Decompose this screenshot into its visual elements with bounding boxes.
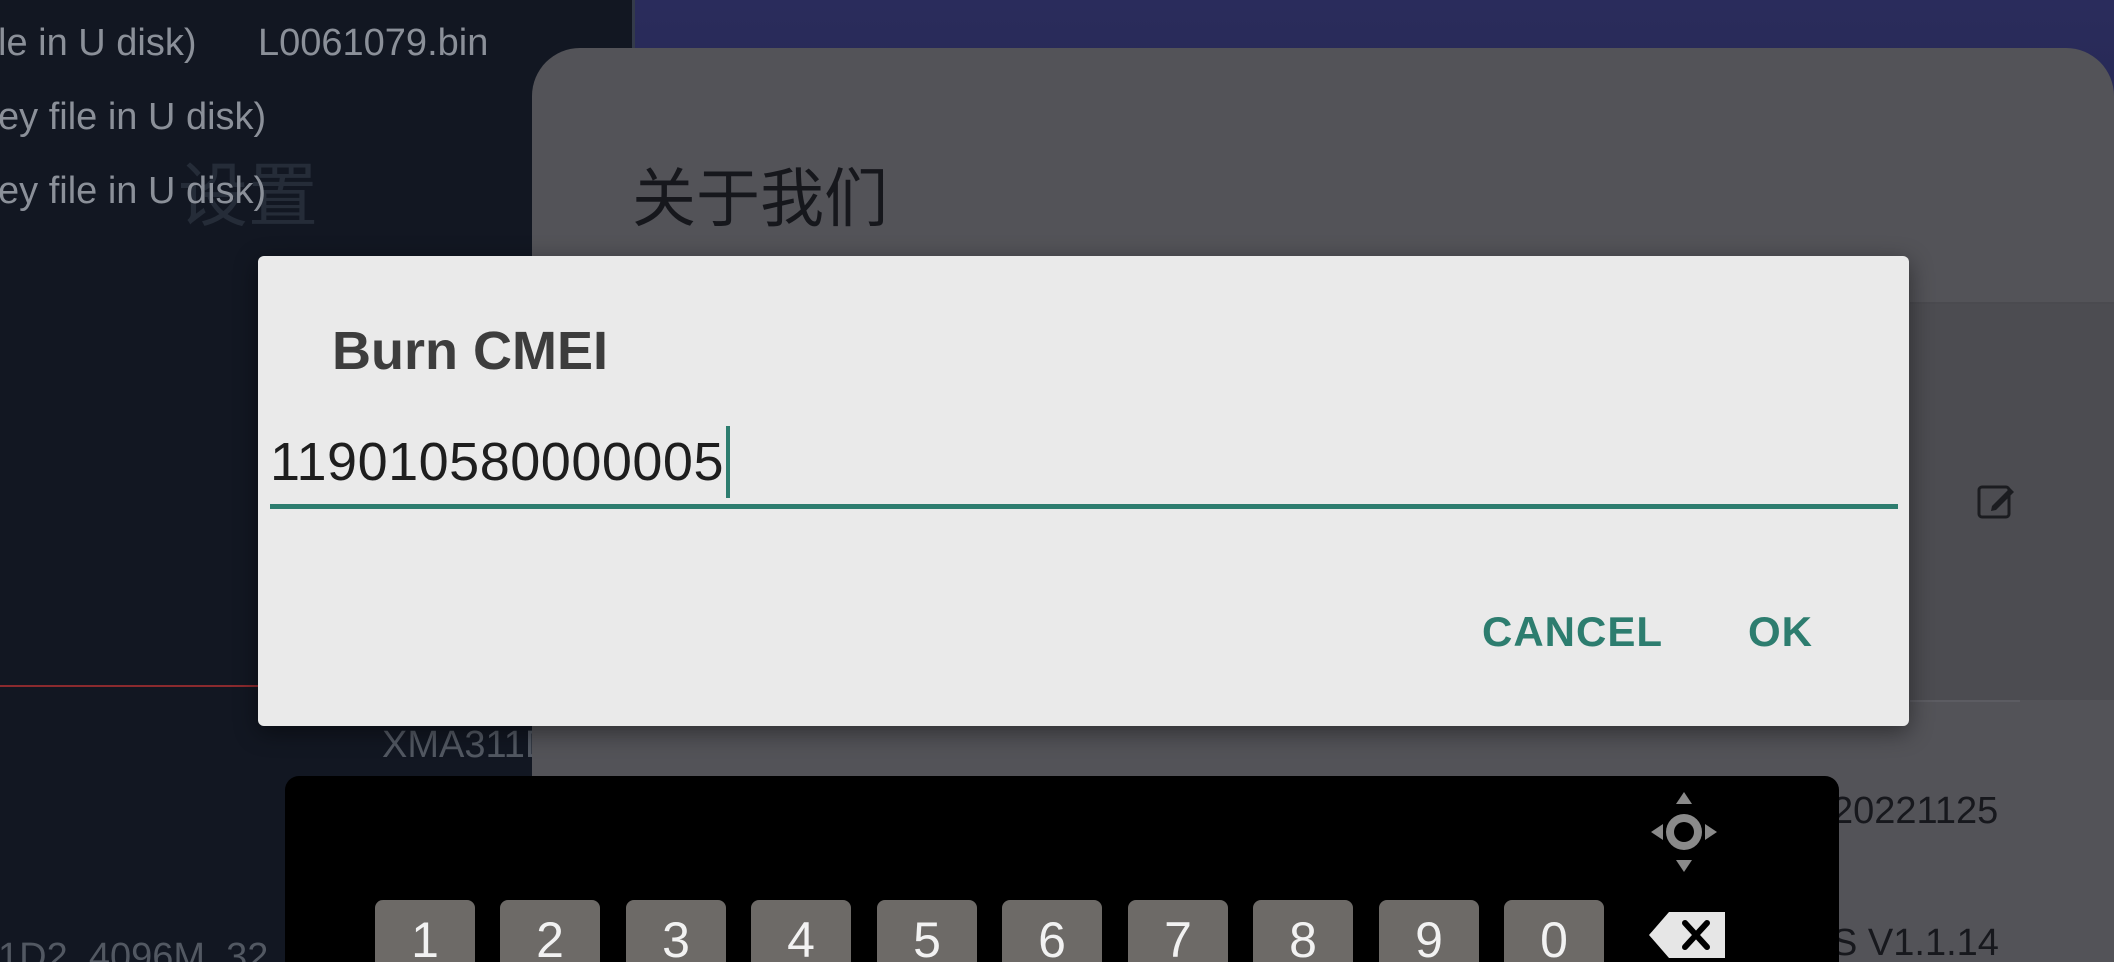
background-filename: L0061079.bin <box>258 22 489 64</box>
cmei-input[interactable]: 119010580000005 <box>270 420 1898 509</box>
background-line-2: ey file in U disk) <box>0 96 267 138</box>
card-date: 20221125 <box>1832 790 1999 832</box>
text-caret <box>725 426 730 498</box>
card-divider-2 <box>1910 700 2020 702</box>
card-version: S V1.1.14 <box>1832 922 1999 962</box>
backspace-icon[interactable] <box>1647 910 1727 960</box>
key-2[interactable]: 2 <box>500 900 600 962</box>
background-line-1: le in U disk) <box>0 22 197 64</box>
ok-button[interactable]: OK <box>1748 608 1813 656</box>
dialog-title: Burn CMEI <box>332 321 608 381</box>
burn-cmei-dialog: Burn CMEI 119010580000005 CANCEL OK <box>258 256 1909 726</box>
key-8[interactable]: 8 <box>1253 900 1353 962</box>
cmei-input-value: 119010580000005 <box>270 432 724 492</box>
cancel-button[interactable]: CANCEL <box>1482 608 1663 656</box>
key-3[interactable]: 3 <box>626 900 726 962</box>
move-handle-icon[interactable] <box>1649 790 1719 874</box>
edit-icon[interactable] <box>1976 482 2016 522</box>
key-9[interactable]: 9 <box>1379 900 1479 962</box>
key-4[interactable]: 4 <box>751 900 851 962</box>
key-7[interactable]: 7 <box>1128 900 1228 962</box>
key-6[interactable]: 6 <box>1002 900 1102 962</box>
screen: 设置 le in U disk) L0061079.bin ey file in… <box>0 0 2114 962</box>
numeric-keyboard: 1 2 3 4 5 6 7 8 9 0 <box>285 776 1839 962</box>
key-5[interactable]: 5 <box>877 900 977 962</box>
about-us-title: 关于我们 <box>632 163 888 237</box>
key-1[interactable]: 1 <box>375 900 475 962</box>
key-0[interactable]: 0 <box>1504 900 1604 962</box>
background-line-3: ey file in U disk) <box>0 170 267 212</box>
background-bottom-text: 1D2, 4096M, 32 <box>0 936 269 962</box>
background-divider <box>0 685 260 687</box>
